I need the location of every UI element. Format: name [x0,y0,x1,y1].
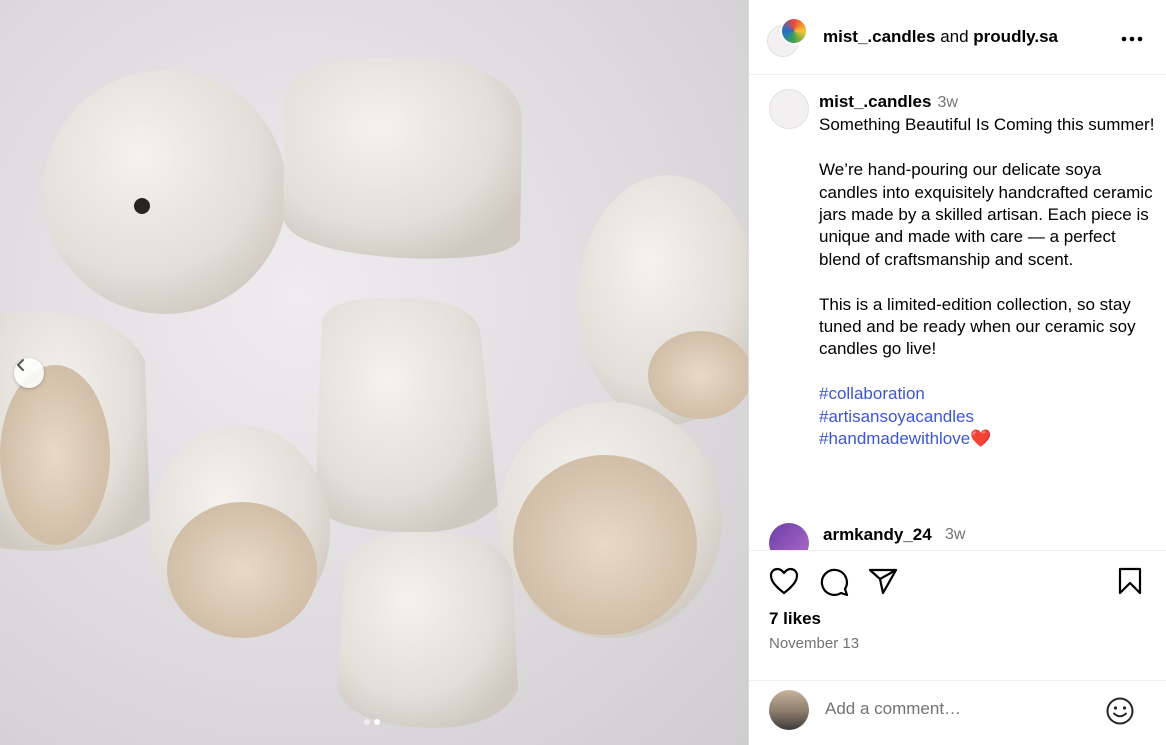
caption-section: mist_.candles 3w Something Beautiful Is C… [749,76,1166,550]
caption-paragraph-3: This is a limited-edition collection, so… [819,294,1136,359]
heart-emoji: ❤️ [970,429,992,449]
hashtag-collaboration[interactable]: #collaboration [819,383,1155,405]
heart-icon [769,567,799,595]
more-horizontal-icon [1121,36,1143,42]
save-button[interactable] [1117,567,1143,600]
like-button[interactable] [769,567,799,600]
caption-paragraph-2: We’re hand-pouring our delicate soya can… [819,160,1153,269]
hashtag-list: #collaboration #artisansoyacandles #hand… [819,383,1155,450]
caption-username[interactable]: mist_.candles [819,92,931,111]
hashtag-handmadewithlove-text[interactable]: #handmadewithlove [819,429,970,448]
post-media[interactable] [0,0,748,745]
carousel-indicator [364,719,380,725]
author-username[interactable]: mist_.candles [823,27,935,46]
carousel-dot-1 [364,719,370,725]
previous-slide-button[interactable] [14,358,44,388]
post-header: mist_.candles and proudly.sa [749,0,1166,75]
bookmark-icon [1118,567,1142,595]
hashtag-handmadewithlove[interactable]: #handmadewithlove❤️ [819,428,1155,450]
comment-bubble-icon [820,568,849,597]
more-options-button[interactable] [1121,26,1143,47]
ceramic-jars-photo [0,57,748,728]
hashtag-artisansoyacandles[interactable]: #artisansoyacandles [819,406,1155,428]
emoji-button[interactable] [1105,696,1135,731]
comment-input[interactable] [825,699,1085,719]
chevron-left-icon [17,359,24,371]
likes-count[interactable]: 7 likes [769,609,821,629]
paper-plane-icon [868,568,898,595]
caption-paragraph-1: Something Beautiful Is Coming this summe… [819,115,1155,135]
caption-body: mist_.candles 3w Something Beautiful Is C… [819,91,1155,450]
share-button[interactable] [868,567,898,600]
commenter-username[interactable]: armkandy_24 [823,525,932,545]
header-connector: and [940,27,969,46]
collaborator-username[interactable]: proudly.sa [973,27,1058,46]
add-comment-bar [749,680,1166,745]
collaborator-avatar[interactable] [780,17,808,45]
post-date[interactable]: November 13 [769,635,859,652]
comment-time[interactable]: 3w [945,526,965,544]
header-title: mist_.candles and proudly.sa [823,27,1058,47]
caption-time[interactable]: 3w [937,94,957,111]
commenter-avatar[interactable] [769,523,809,550]
post-panel: mist_.candles and proudly.sa mist_.candl… [748,0,1166,745]
action-bar: 7 likes November 13 [749,550,1166,680]
smiley-icon [1106,697,1134,725]
current-user-avatar [769,690,809,730]
caption-author-avatar[interactable] [769,89,809,129]
carousel-dot-2 [374,719,380,725]
comment-button[interactable] [819,567,849,602]
